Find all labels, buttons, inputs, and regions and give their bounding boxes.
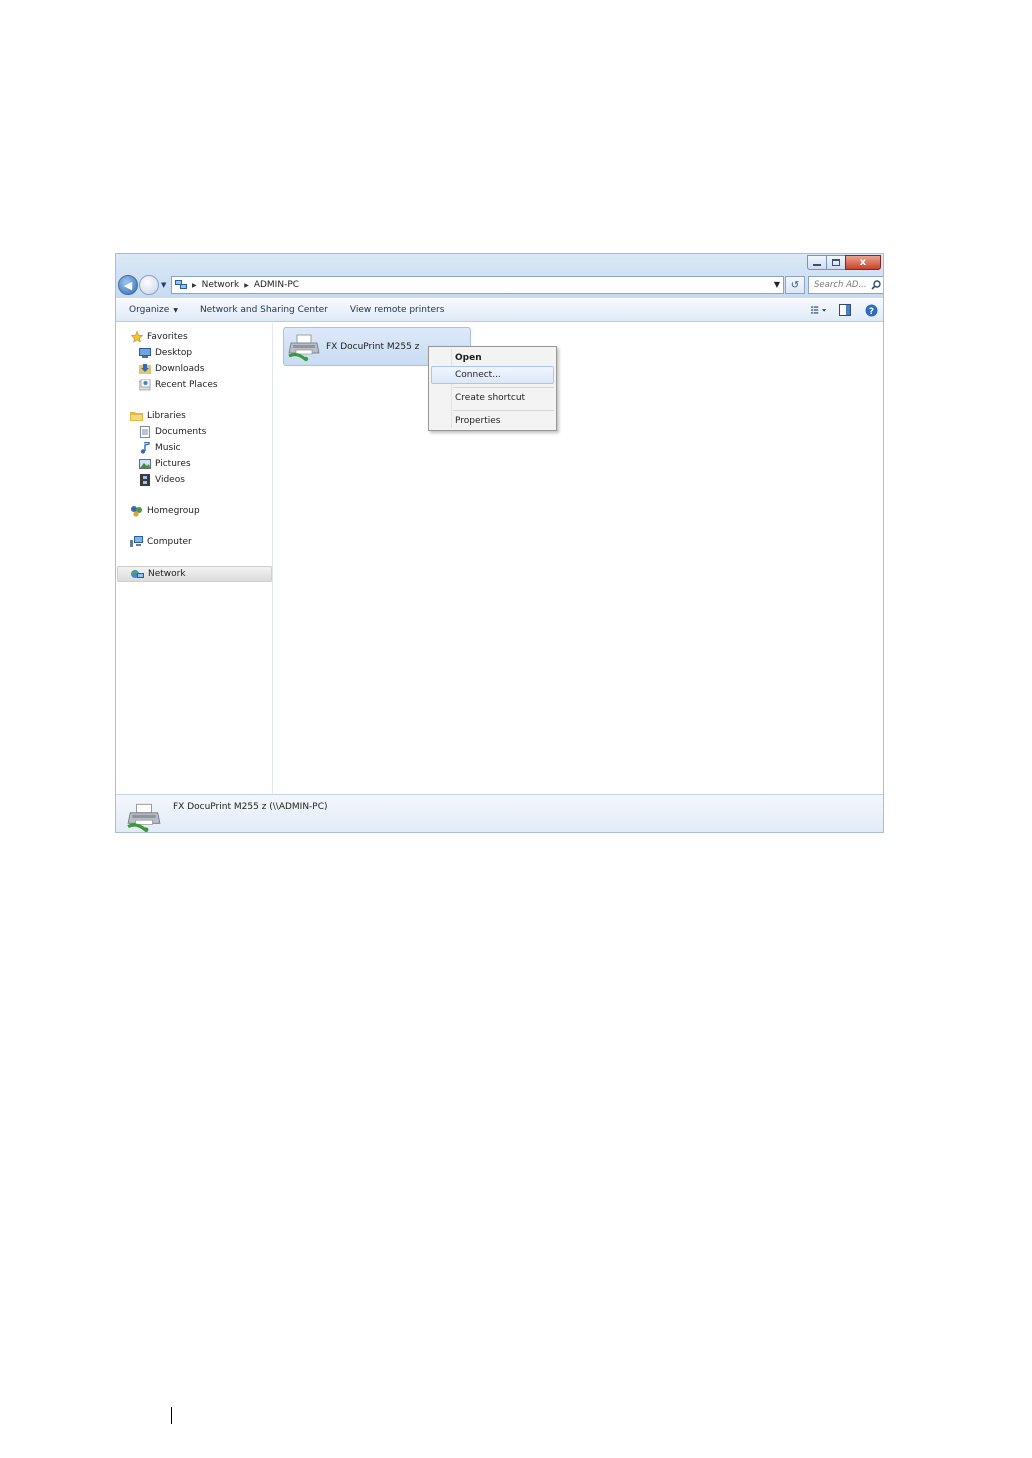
nav-homegroup[interactable]: Homegroup xyxy=(130,503,200,518)
recent-pages-dropdown-icon[interactable]: ▼ xyxy=(161,281,166,289)
nav-documents[interactable]: Documents xyxy=(138,424,206,439)
network-icon xyxy=(131,568,144,580)
nav-downloads[interactable]: Downloads xyxy=(138,361,204,376)
context-create-shortcut[interactable]: Create shortcut xyxy=(431,389,554,407)
videos-icon xyxy=(138,473,151,486)
content-area: FX DocuPrint M255 z xyxy=(273,323,883,794)
music-icon xyxy=(138,441,151,454)
nav-pictures[interactable]: Pictures xyxy=(138,456,191,471)
nav-videos[interactable]: Videos xyxy=(138,472,185,487)
nav-label: Favorites xyxy=(147,331,188,342)
explorer-window: x ◀ ▼ ▶ Network ▶ ADMIN-PC ▼ ↺ Search AD… xyxy=(115,253,884,833)
context-connect[interactable]: Connect... xyxy=(431,366,554,384)
search-icon[interactable] xyxy=(869,280,883,290)
minimize-icon xyxy=(813,264,821,266)
documents-icon xyxy=(138,425,151,438)
view-controls: ? xyxy=(811,302,879,318)
nav-label: Pictures xyxy=(155,458,191,469)
network-sharing-center-button[interactable]: Network and Sharing Center xyxy=(189,305,339,315)
homegroup-icon xyxy=(130,505,143,517)
nav-desktop[interactable]: Desktop xyxy=(138,345,192,360)
nav-computer[interactable]: Computer xyxy=(130,534,192,549)
nav-label: Homegroup xyxy=(147,505,200,516)
back-arrow-icon: ◀ xyxy=(123,278,133,292)
breadcrumb-network[interactable]: Network xyxy=(202,280,240,290)
search-box[interactable]: Search AD... xyxy=(808,276,883,294)
breadcrumb-separator-icon[interactable]: ▶ xyxy=(244,282,249,289)
breadcrumb-admin-pc[interactable]: ADMIN-PC xyxy=(254,280,299,290)
pictures-icon xyxy=(138,458,151,470)
nav-label: Libraries xyxy=(147,410,186,421)
star-icon xyxy=(130,330,143,343)
nav-label: Network xyxy=(148,569,186,579)
printer-icon xyxy=(287,332,321,362)
context-menu: Open Connect... Create shortcut Properti… xyxy=(428,346,557,431)
nav-label: Videos xyxy=(155,474,185,485)
page-margin-marker xyxy=(171,1407,172,1424)
context-separator xyxy=(453,387,554,388)
computer-icon xyxy=(130,536,143,548)
window-controls: x xyxy=(807,255,881,271)
organize-label: Organize xyxy=(129,305,170,315)
recent-places-icon xyxy=(138,378,151,391)
nav-label: Desktop xyxy=(155,347,193,358)
maximize-icon xyxy=(832,259,840,266)
title-bar: x ◀ ▼ ▶ Network ▶ ADMIN-PC ▼ ↺ Search AD… xyxy=(116,254,883,298)
printer-icon xyxy=(126,801,162,832)
nav-libraries[interactable]: Libraries xyxy=(130,408,186,423)
nav-label: Documents xyxy=(155,426,207,437)
details-printer-path: FX DocuPrint M255 z (\\ADMIN-PC) xyxy=(173,802,328,812)
maximize-button[interactable] xyxy=(826,255,845,270)
back-button[interactable]: ◀ xyxy=(118,275,138,295)
nav-favorites[interactable]: Favorites xyxy=(130,329,188,344)
downloads-icon xyxy=(138,363,151,375)
change-view-button[interactable] xyxy=(811,302,827,318)
refresh-icon: ↺ xyxy=(790,279,800,291)
context-open[interactable]: Open xyxy=(431,349,554,367)
navigation-row: ◀ ▼ ▶ Network ▶ ADMIN-PC ▼ ↺ Search AD..… xyxy=(118,275,883,297)
address-bar[interactable]: ▶ Network ▶ ADMIN-PC ▼ xyxy=(171,276,784,294)
chevron-down-icon: ▼ xyxy=(173,307,178,314)
details-pane: FX DocuPrint M255 z (\\ADMIN-PC) xyxy=(116,794,883,832)
nav-network[interactable]: Network xyxy=(117,566,272,582)
nav-music[interactable]: Music xyxy=(138,440,181,455)
network-icon xyxy=(175,280,187,290)
forward-button[interactable] xyxy=(139,275,159,295)
help-icon[interactable]: ? xyxy=(863,302,879,318)
printer-name: FX DocuPrint M255 z xyxy=(326,341,420,352)
minimize-button[interactable] xyxy=(807,255,826,270)
refresh-button[interactable]: ↺ xyxy=(785,276,805,294)
command-bar: Organize ▼ Network and Sharing Center Vie… xyxy=(116,298,883,322)
search-input[interactable]: Search AD... xyxy=(809,280,869,290)
libraries-icon xyxy=(130,410,143,422)
context-separator xyxy=(453,410,554,411)
view-remote-printers-button[interactable]: View remote printers xyxy=(339,305,456,315)
preview-pane-icon[interactable] xyxy=(837,302,853,318)
organize-button[interactable]: Organize ▼ xyxy=(116,305,189,315)
nav-label: Computer xyxy=(147,536,192,547)
close-icon: x xyxy=(859,256,867,268)
desktop-icon xyxy=(138,347,151,359)
navigation-pane: Favorites Desktop Downloads Recent Place… xyxy=(116,323,273,794)
nav-label: Downloads xyxy=(155,363,205,374)
close-button[interactable]: x xyxy=(845,255,881,270)
nav-label: Recent Places xyxy=(155,379,218,390)
nav-label: Music xyxy=(155,442,181,453)
breadcrumb-separator-icon[interactable]: ▶ xyxy=(192,282,197,289)
address-dropdown-icon[interactable]: ▼ xyxy=(774,280,780,289)
context-properties[interactable]: Properties xyxy=(431,412,554,430)
svg-text:?: ? xyxy=(868,307,873,317)
nav-recent-places[interactable]: Recent Places xyxy=(138,377,218,392)
